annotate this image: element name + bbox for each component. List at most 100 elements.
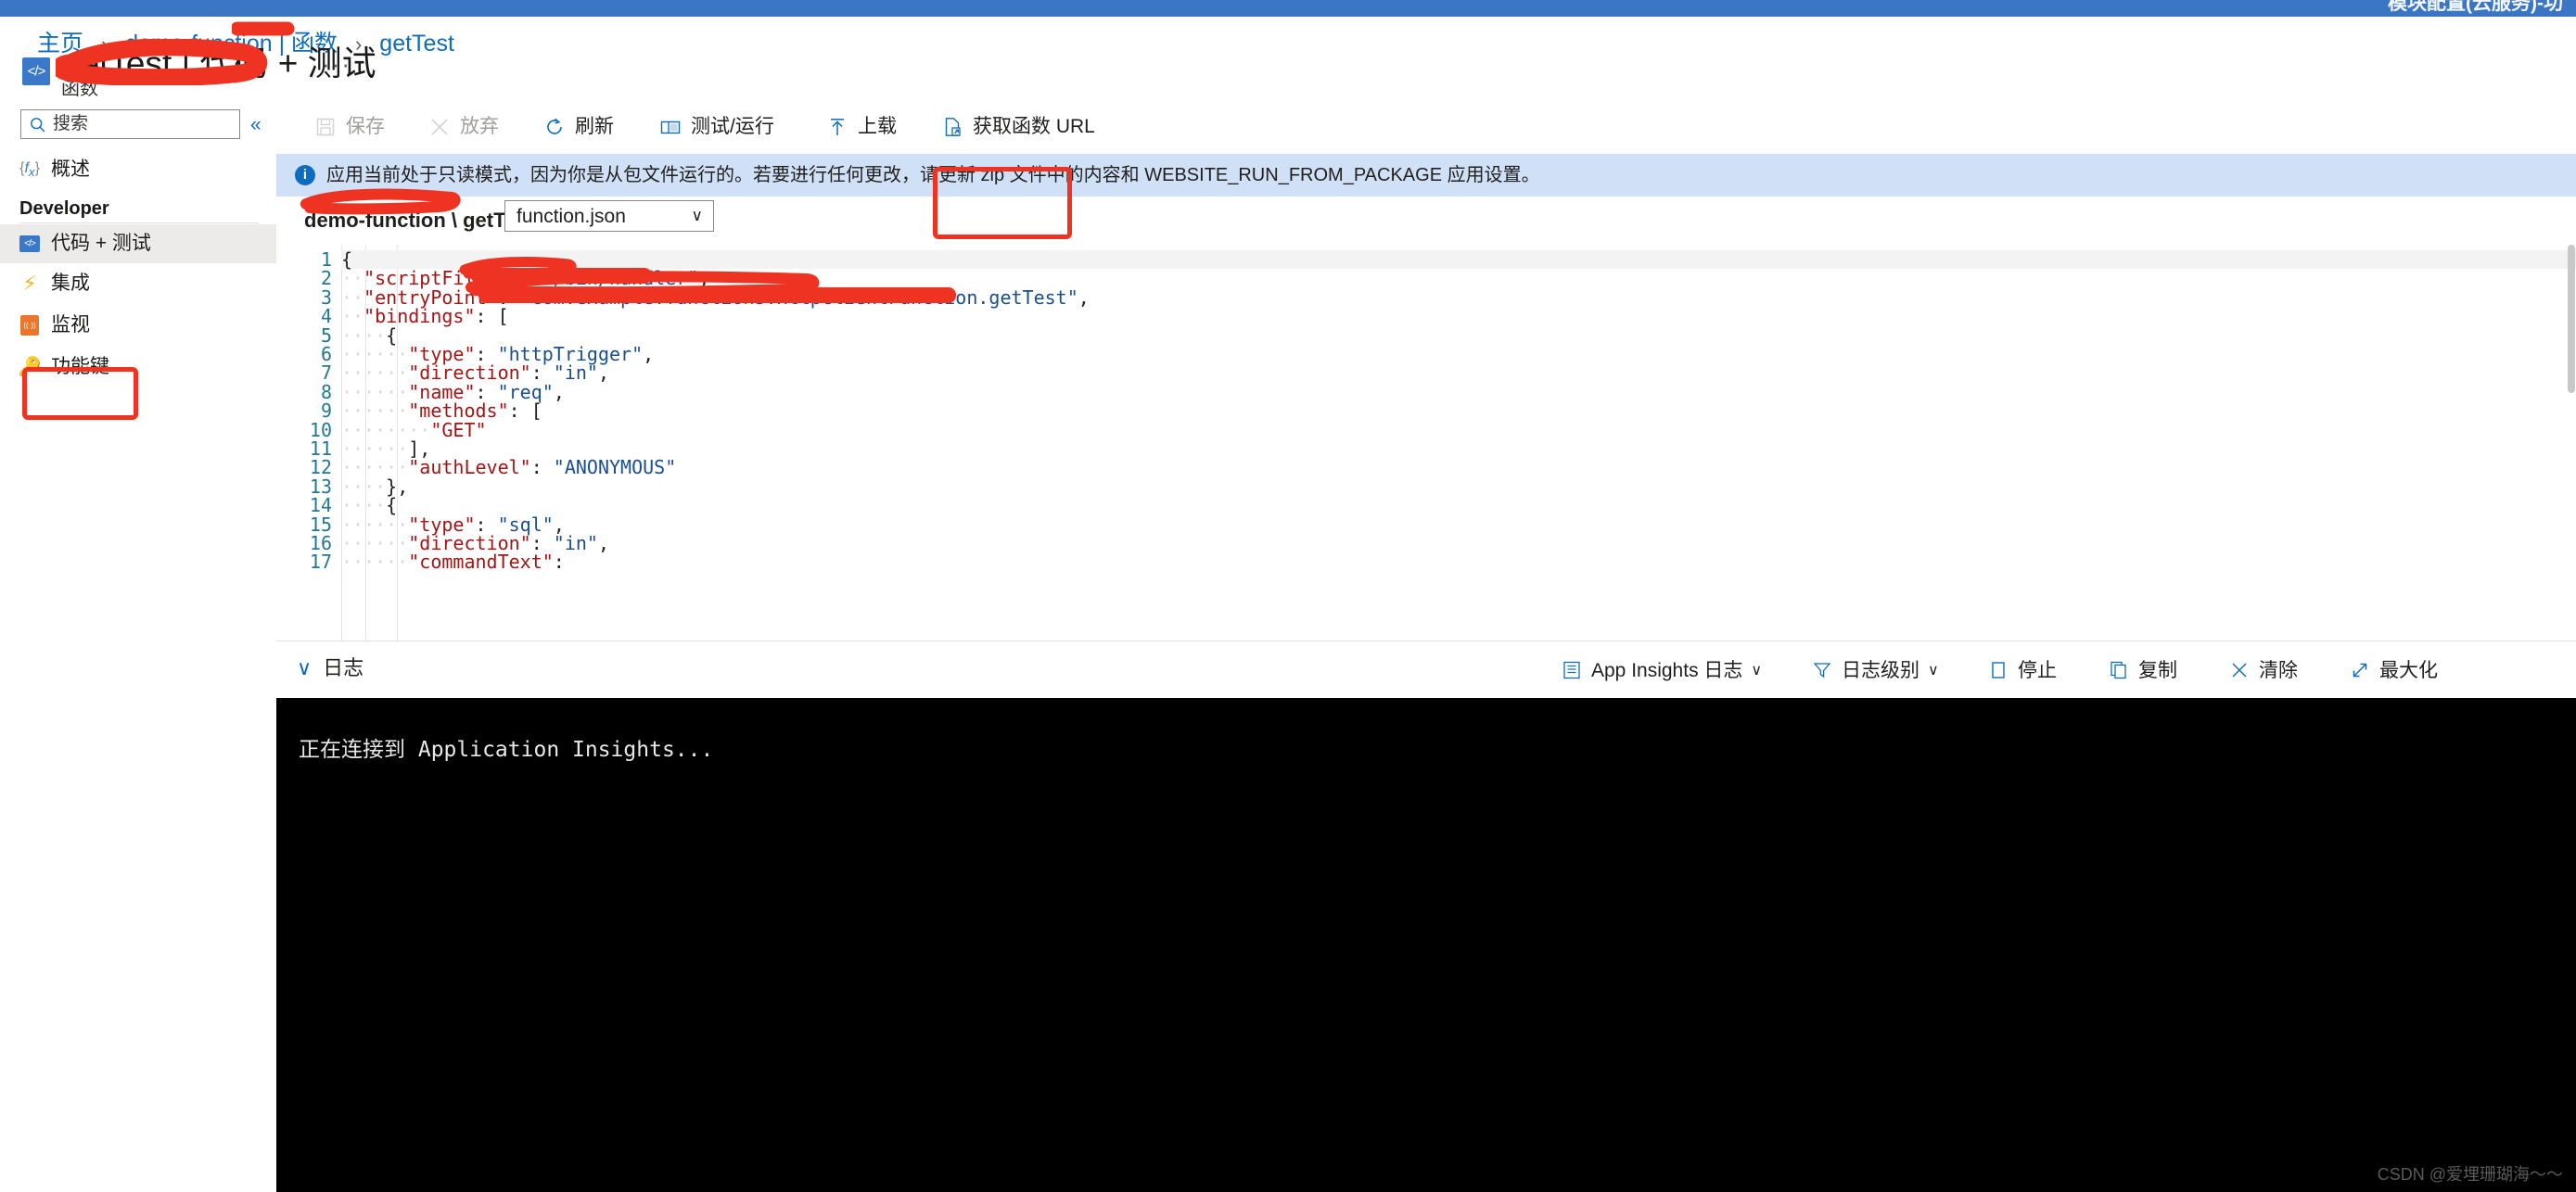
editor-line[interactable]: ····}, (341, 477, 2576, 496)
filter-icon (1811, 659, 1833, 681)
log-collapse-button[interactable]: ∨ 日志 (297, 656, 363, 680)
log-console: 正在连接到 Application Insights... CSDN @爱埋珊瑚… (276, 698, 2576, 1192)
editor-line[interactable]: ······"authLevel": "ANONYMOUS" (341, 458, 2576, 476)
editor-line[interactable]: ······"type": "sql", (341, 515, 2576, 534)
test-run-button[interactable]: 测试/运行 (658, 111, 774, 143)
sidebar-item-label: 功能键 (51, 356, 109, 378)
editor-line[interactable]: { (341, 250, 2576, 269)
search-input[interactable] (53, 110, 236, 138)
upload-button[interactable]: 上载 (825, 111, 897, 143)
sidebar-item-monitor[interactable]: 监视 (0, 306, 276, 345)
stop-icon (1987, 659, 2009, 681)
clear-label: 清除 (2259, 659, 2298, 682)
stop-label: 停止 (2018, 659, 2057, 682)
sidebar-item-label: 集成 (51, 273, 90, 295)
editor-line-number: 3 (276, 288, 332, 307)
code-editor[interactable]: 1234567891011121314151617 {··"scriptFile… (276, 245, 2576, 640)
watermark: CSDN @爱埋珊瑚海～～ (2378, 1164, 2563, 1185)
maximize-button[interactable]: 最大化 (2349, 654, 2438, 686)
editor-code-area[interactable]: {··"scriptFile": "../bin/handler",··"ent… (341, 245, 2576, 640)
editor-line-number: 9 (276, 401, 332, 420)
key-icon: 🔑 (19, 357, 40, 377)
sidebar-item-label: 代码 + 测试 (51, 233, 151, 255)
discard-button[interactable]: 放弃 (427, 111, 499, 143)
editor-line-number: 2 (276, 269, 332, 287)
lightning-bolt-icon: ⚡ (19, 273, 40, 294)
file-breadcrumb-path: demo-function \ getTest (304, 209, 534, 232)
sidebar-item-function-keys[interactable]: 🔑 功能键 (0, 348, 276, 387)
app-insights-logs-dropdown[interactable]: App Insights 日志 ∨ (1561, 654, 1762, 686)
chevron-down-icon: ∨ (1928, 661, 1939, 679)
editor-line-number: 16 (276, 534, 332, 552)
refresh-icon (542, 115, 567, 139)
editor-line-number: 17 (276, 552, 332, 571)
editor-line[interactable]: ··"bindings": [ (341, 307, 2576, 325)
editor-line[interactable]: ··"scriptFile": "../bin/handler", (341, 269, 2576, 287)
copy-button[interactable]: 复制 (2108, 654, 2177, 686)
editor-line-number: 12 (276, 458, 332, 476)
code-token: : [ (509, 399, 542, 422)
save-icon (313, 115, 338, 139)
clear-button[interactable]: 清除 (2228, 654, 2298, 686)
editor-line[interactable]: ······"commandText": (341, 552, 2576, 571)
code-test-icon (19, 234, 40, 254)
copy-icon (2108, 659, 2130, 681)
editor-line[interactable]: ····{ (341, 496, 2576, 514)
editor-line-number: 5 (276, 326, 332, 345)
sidebar-item-label: 概述 (51, 159, 90, 181)
editor-line-number: 15 (276, 515, 332, 534)
console-message: 正在连接到 Application Insights... (299, 737, 713, 763)
editor-line-number: 6 (276, 345, 332, 363)
refresh-label: 刷新 (575, 116, 614, 138)
annotation-redaction (478, 287, 956, 303)
editor-line[interactable]: ······"methods": [ (341, 401, 2576, 420)
sidebar-item-code-and-test[interactable]: 代码 + 测试 (0, 224, 276, 263)
log-list-icon (1561, 659, 1583, 681)
get-function-url-button[interactable]: 获取函数 URL (940, 111, 1095, 143)
editor-line[interactable]: ······"type": "httpTrigger", (341, 345, 2576, 363)
discard-x-icon (427, 115, 452, 139)
test-run-label: 测试/运行 (691, 116, 774, 138)
editor-line[interactable]: ······"direction": "in", (341, 534, 2576, 552)
code-token: "commandText" (408, 551, 554, 573)
page-title-icon (22, 57, 50, 85)
file-select-dropdown[interactable]: function.json ∨ (504, 200, 714, 232)
breadcrumb-item-function[interactable]: getTest (379, 31, 454, 57)
save-button[interactable]: 保存 (313, 111, 385, 143)
stop-button[interactable]: 停止 (1987, 654, 2057, 686)
log-level-dropdown[interactable]: 日志级别 ∨ (1811, 654, 1939, 686)
sidebar-search[interactable] (20, 109, 240, 139)
page-more-menu-button[interactable]: ··· (322, 52, 351, 76)
command-bar: 保存 放弃 刷新 (276, 100, 2576, 154)
code-token: : [ (476, 305, 509, 327)
editor-line[interactable]: ······"direction": "in", (341, 363, 2576, 382)
file-select-value: function.json (516, 205, 626, 228)
editor-line[interactable]: ····{ (341, 326, 2576, 345)
editor-line[interactable]: ······], (341, 439, 2576, 458)
scrollbar-thumb[interactable] (2568, 245, 2575, 393)
code-token: "authLevel" (408, 456, 530, 478)
get-url-icon (940, 115, 964, 139)
chevron-down-icon: ∨ (297, 656, 312, 680)
log-level-label: 日志级别 (1842, 659, 1919, 682)
editor-line-number: 4 (276, 307, 332, 325)
editor-vertical-scrollbar[interactable] (2567, 245, 2576, 640)
maximize-label: 最大化 (2379, 659, 2438, 682)
refresh-button[interactable]: 刷新 (542, 111, 614, 143)
log-toolbar: ∨ 日志 App Insights 日志 ∨ (276, 640, 2576, 698)
editor-line-number: 1 (276, 250, 332, 269)
maximize-icon (2349, 659, 2371, 681)
info-icon: i (295, 165, 315, 185)
readonly-info-banner: i 应用当前处于只读模式，因为你是从包文件运行的。若要进行任何更改，请更新 zi… (276, 154, 2576, 197)
page-subtitle: 函数 (61, 78, 98, 100)
sidebar-item-integration[interactable]: ⚡ 集成 (0, 264, 276, 303)
editor-line[interactable]: ··"entryPoint": "com.example.functions.H… (341, 288, 2576, 307)
editor-line[interactable]: ······"name": "req", (341, 383, 2576, 401)
editor-line-number: 10 (276, 421, 332, 439)
editor-line-number: 14 (276, 496, 332, 514)
sidebar-item-overview[interactable]: {fx} 概述 (0, 150, 276, 189)
editor-line[interactable]: ········"GET" (341, 421, 2576, 439)
code-token: , (643, 343, 654, 365)
sidebar-collapse-button[interactable]: « (250, 115, 261, 134)
code-token: ······ (341, 551, 408, 573)
